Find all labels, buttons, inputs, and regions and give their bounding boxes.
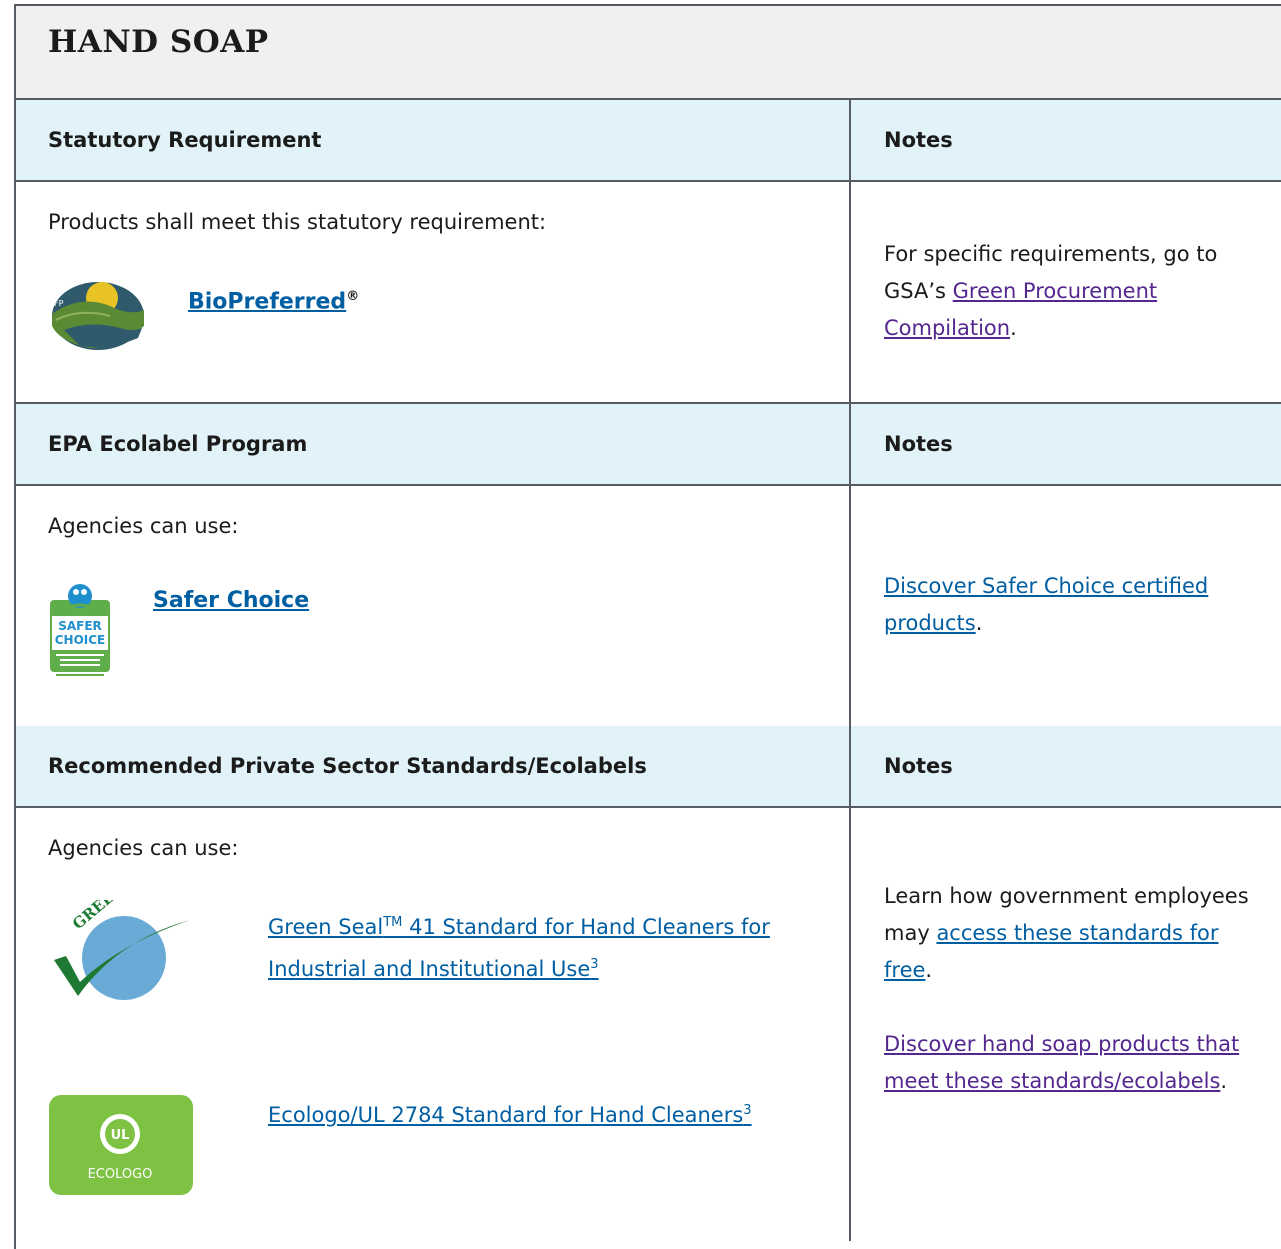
hand-soap-products-link[interactable]: Discover hand soap products that meet th… xyxy=(884,1032,1239,1093)
column-divider xyxy=(849,100,851,1241)
ecologo-logo-text-2: ECOLOGO xyxy=(88,1167,153,1182)
notes-cell: Discover Safer Choice certified products… xyxy=(884,568,1244,642)
column-header-epa-ecolabel: EPA Ecolabel Program xyxy=(48,432,308,456)
safer-choice-products-link[interactable]: Discover Safer Choice certified products xyxy=(884,574,1208,635)
notes-cell: Learn how government employees may acces… xyxy=(884,878,1254,989)
notes-cell: Discover hand soap products that meet th… xyxy=(884,1026,1254,1100)
green-seal-logo-icon: GREEN SEAL xyxy=(54,900,190,1000)
safer-choice-logo-text-2: CHOICE xyxy=(55,633,106,647)
column-header-notes: Notes xyxy=(884,432,953,456)
table-title: HAND SOAP xyxy=(48,24,269,60)
svg-text:FP: FP xyxy=(54,299,64,308)
biopreferred-link[interactable]: BioPreferred® xyxy=(188,278,359,320)
ecologo-link[interactable]: Ecologo/UL 2784 Standard for Hand Cleane… xyxy=(268,1103,752,1127)
column-header-private-sector: Recommended Private Sector Standards/Eco… xyxy=(48,754,647,778)
biopreferred-logo-icon: FP xyxy=(52,282,144,350)
green-seal-label: Green Seal xyxy=(268,915,384,939)
biopreferred-label: BioPreferred xyxy=(188,289,347,315)
column-header-notes: Notes xyxy=(884,128,953,152)
ecologo-label: Ecologo/UL 2784 Standard for Hand Cleane… xyxy=(268,1103,744,1127)
safer-choice-logo-icon: SAFER CHOICE xyxy=(50,584,110,676)
green-seal-item: Green SealTM 41 Standard for Hand Cleane… xyxy=(268,904,828,988)
row-intro: Products shall meet this statutory requi… xyxy=(48,210,547,234)
notes-period: . xyxy=(975,611,983,635)
section-header-row: Statutory Requirement Notes xyxy=(16,100,1281,182)
ecologo-logo-icon: UL ECOLOGO xyxy=(49,1095,193,1195)
table-row: Agencies can use: SAFER CHOICE Safer Cho… xyxy=(16,486,1281,728)
notes-period: . xyxy=(925,958,933,982)
notes-period: . xyxy=(1220,1069,1228,1093)
notes-period: . xyxy=(1010,316,1017,340)
column-header-notes: Notes xyxy=(884,754,953,778)
green-seal-link[interactable]: Green SealTM 41 Standard for Hand Cleane… xyxy=(268,915,770,981)
section-header-row: EPA Ecolabel Program Notes xyxy=(16,404,1281,486)
safer-choice-logo-text-1: SAFER xyxy=(58,619,102,633)
safer-choice-link[interactable]: Safer Choice xyxy=(153,582,309,619)
column-header-statutory: Statutory Requirement xyxy=(48,128,322,152)
footnote-3-ref: 3 xyxy=(590,957,599,972)
table-row: Agencies can use: GREEN SEAL Green SealT… xyxy=(16,808,1281,1241)
registered-mark: ® xyxy=(346,289,360,304)
table-caption: HAND SOAP xyxy=(16,6,1281,100)
ecologo-logo-text-1: UL xyxy=(111,1128,130,1143)
table-row: Products shall meet this statutory requi… xyxy=(16,182,1281,404)
footnote-3-ref: 3 xyxy=(743,1103,752,1118)
notes-cell: For specific requirements, go to GSA’s G… xyxy=(884,236,1274,347)
row-intro: Agencies can use: xyxy=(48,514,239,538)
ecologo-item: Ecologo/UL 2784 Standard for Hand Cleane… xyxy=(268,1092,788,1134)
row-intro: Agencies can use: xyxy=(48,836,239,860)
trademark-mark: TM xyxy=(383,915,403,930)
section-header-row: Recommended Private Sector Standards/Eco… xyxy=(16,726,1281,808)
